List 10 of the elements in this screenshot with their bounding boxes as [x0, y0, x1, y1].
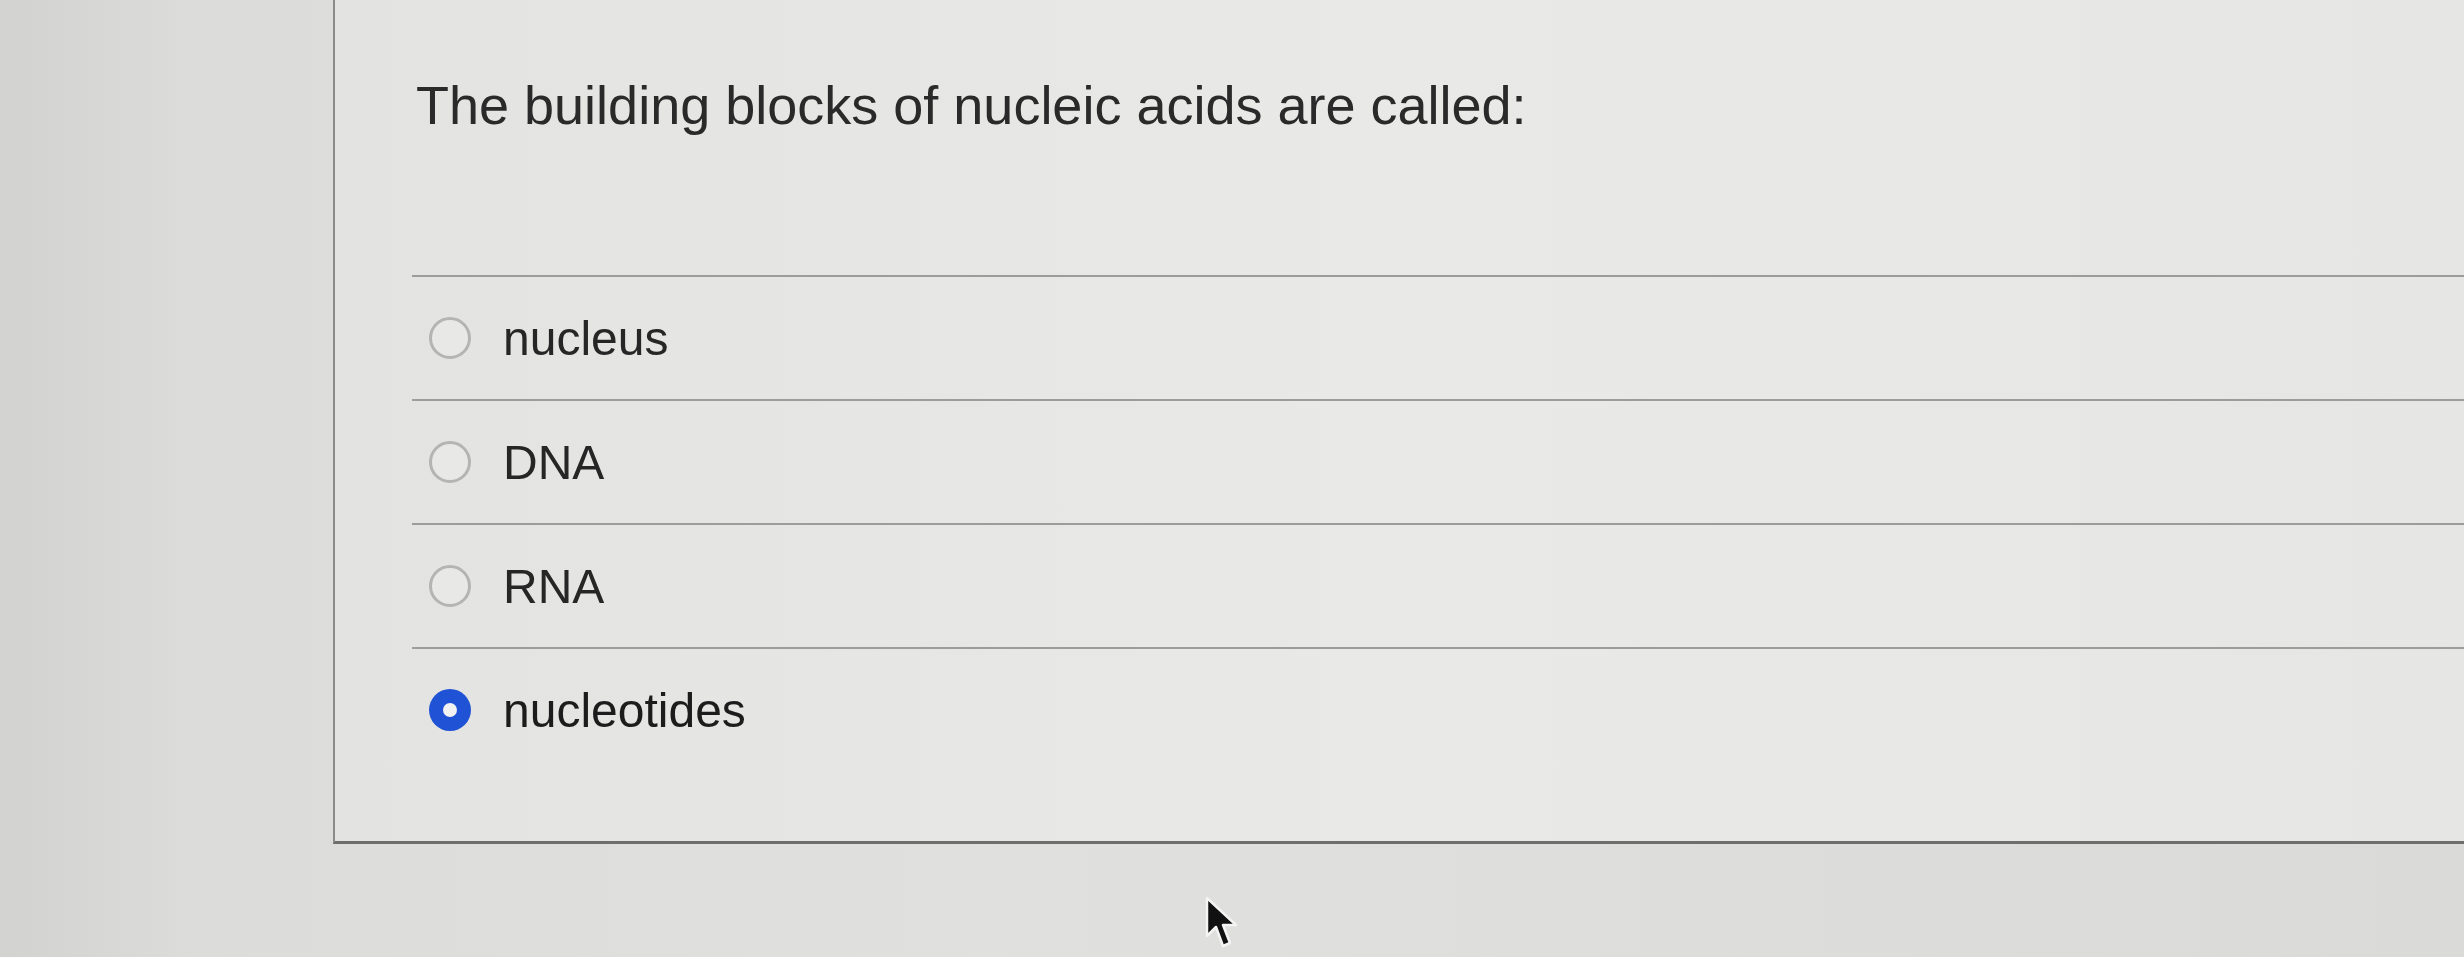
option-label[interactable]: nucleotides	[503, 682, 746, 738]
option-label[interactable]: DNA	[503, 434, 605, 490]
radio-button[interactable]	[429, 689, 471, 731]
option-label[interactable]: nucleus	[503, 310, 669, 366]
mouse-pointer-icon	[1205, 896, 1239, 948]
option-label[interactable]: RNA	[503, 558, 605, 614]
radio-button[interactable]	[429, 317, 471, 359]
radio-button[interactable]	[429, 565, 471, 607]
question-text: The building blocks of nucleic acids are called:	[416, 74, 1527, 136]
radio-button[interactable]	[429, 441, 471, 483]
